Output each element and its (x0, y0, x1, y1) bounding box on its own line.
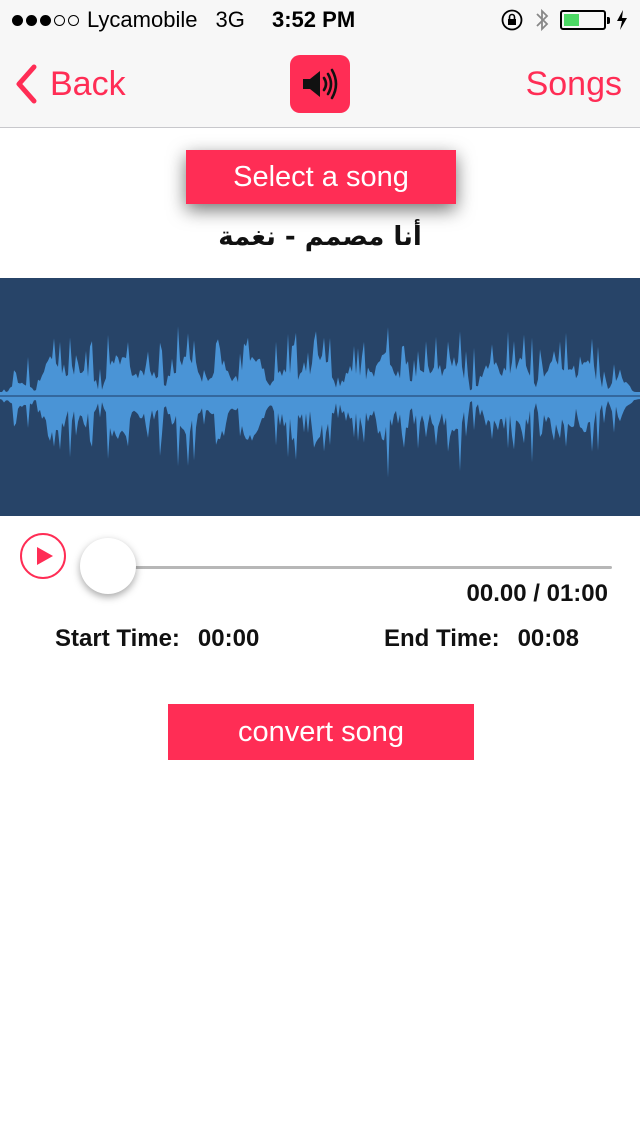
end-time: End Time: 00:08 (384, 625, 579, 653)
waveform (0, 326, 640, 478)
network-type: 3G (215, 7, 245, 32)
speaker-button[interactable] (290, 55, 350, 113)
bluetooth-icon (536, 8, 549, 32)
end-time-label: End Time: (384, 625, 500, 652)
play-button[interactable] (20, 533, 66, 579)
end-time-value: 00:08 (517, 625, 579, 652)
start-time: Start Time: 00:00 (55, 625, 259, 653)
status-time: 3:52 PM (272, 7, 356, 32)
progress-slider-thumb[interactable] (80, 538, 136, 594)
signal-strength-icon (12, 14, 79, 26)
signal-dot (54, 14, 65, 26)
status-bar: Lycamobile 3G 3:52 PM (0, 0, 640, 40)
status-left: Lycamobile 3G (12, 7, 255, 33)
signal-dot (12, 14, 23, 26)
waveform-shape (0, 326, 640, 478)
back-button[interactable]: Back (14, 62, 126, 106)
progress-time: 00.00 / 01:00 (466, 580, 608, 607)
back-label: Back (50, 64, 126, 103)
song-title: أنا مصمم - نغمة (218, 222, 422, 252)
start-time-label: Start Time: (55, 625, 180, 652)
select-song-button[interactable]: Select a song (186, 150, 456, 204)
rotation-lock-icon (501, 9, 523, 31)
chevron-left-icon (16, 64, 37, 104)
signal-dot (40, 14, 51, 26)
start-time-value: 00:00 (197, 625, 260, 652)
carrier-name: Lycamobile (87, 7, 198, 32)
convert-song-button[interactable]: convert song (168, 704, 474, 760)
navigation-bar: Back Songs (0, 40, 640, 128)
play-icon (37, 547, 53, 565)
signal-dot (26, 14, 37, 26)
status-right (500, 7, 628, 33)
progress-track[interactable] (108, 566, 612, 569)
waveform-view[interactable] (0, 278, 640, 516)
signal-dot (68, 14, 79, 26)
speaker-icon (303, 68, 338, 100)
songs-button[interactable]: Songs (526, 62, 622, 106)
battery-level (564, 14, 579, 26)
battery-icon (560, 10, 610, 30)
charging-icon (617, 10, 627, 30)
